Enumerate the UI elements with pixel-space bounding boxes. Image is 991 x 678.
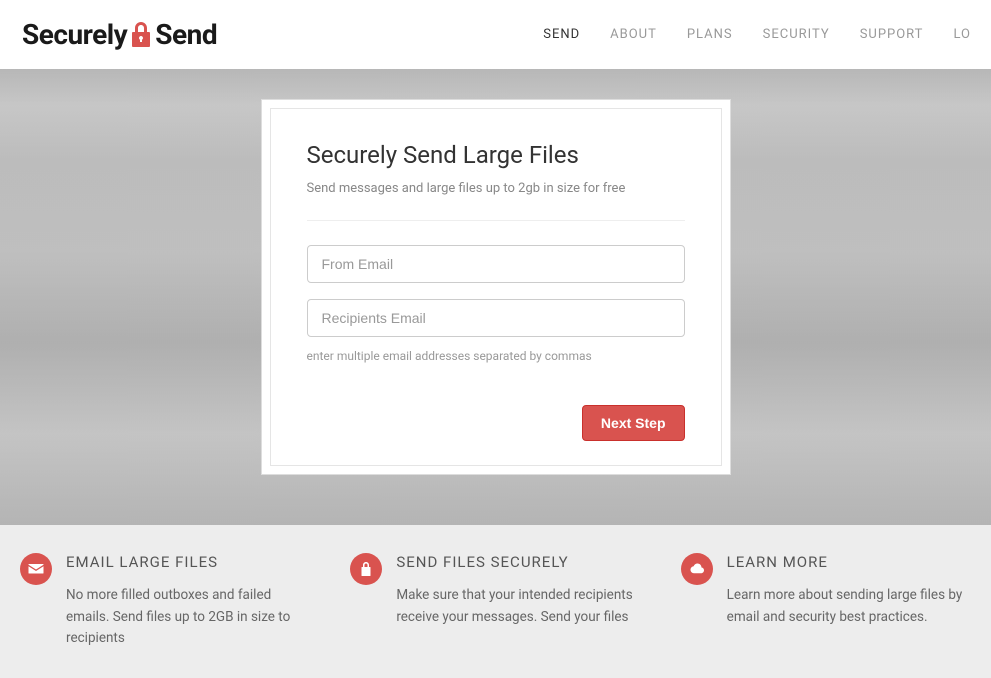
nav-about[interactable]: ABOUT (610, 27, 657, 42)
logo-text-part2: Send (155, 18, 217, 51)
recipients-email-input[interactable] (307, 299, 685, 337)
main-nav: SEND ABOUT PLANS SECURITY SUPPORT LO (543, 27, 971, 42)
padlock-icon (125, 19, 157, 51)
header: Securely Send SEND ABOUT PLANS SECURITY … (0, 0, 991, 69)
feature-body: No more filled outboxes and failed email… (66, 585, 310, 650)
nav-send[interactable]: SEND (543, 27, 580, 42)
lock-icon (350, 553, 382, 585)
logo-text-part1: Securely (22, 18, 127, 51)
cloud-icon (681, 553, 713, 585)
card-title: Securely Send Large Files (307, 141, 685, 169)
button-row: Next Step (307, 405, 685, 441)
from-email-input[interactable] (307, 245, 685, 283)
send-card: Securely Send Large Files Send messages … (261, 99, 731, 475)
feature-secure: SEND FILES SECURELY Make sure that your … (350, 553, 640, 650)
recipients-help-text: enter multiple email addresses separated… (307, 349, 685, 363)
nav-security[interactable]: SECURITY (763, 27, 830, 42)
feature-learn: LEARN MORE Learn more about sending larg… (681, 553, 971, 650)
feature-title: SEND FILES SECURELY (396, 553, 640, 571)
logo[interactable]: Securely Send (22, 18, 217, 51)
nav-plans[interactable]: PLANS (687, 27, 733, 42)
feature-title: EMAIL LARGE FILES (66, 553, 310, 571)
feature-body: Make sure that your intended recipients … (396, 585, 640, 628)
envelope-icon (20, 553, 52, 585)
feature-email: EMAIL LARGE FILES No more filled outboxe… (20, 553, 310, 650)
card-subtitle: Send messages and large files up to 2gb … (307, 181, 685, 221)
feature-title: LEARN MORE (727, 553, 971, 571)
next-step-button[interactable]: Next Step (582, 405, 685, 441)
send-card-inner: Securely Send Large Files Send messages … (270, 108, 722, 466)
nav-support[interactable]: SUPPORT (860, 27, 924, 42)
hero-section: Securely Send Large Files Send messages … (0, 69, 991, 525)
nav-login[interactable]: LO (953, 27, 971, 42)
features-section: EMAIL LARGE FILES No more filled outboxe… (0, 525, 991, 678)
feature-body: Learn more about sending large files by … (727, 585, 971, 628)
